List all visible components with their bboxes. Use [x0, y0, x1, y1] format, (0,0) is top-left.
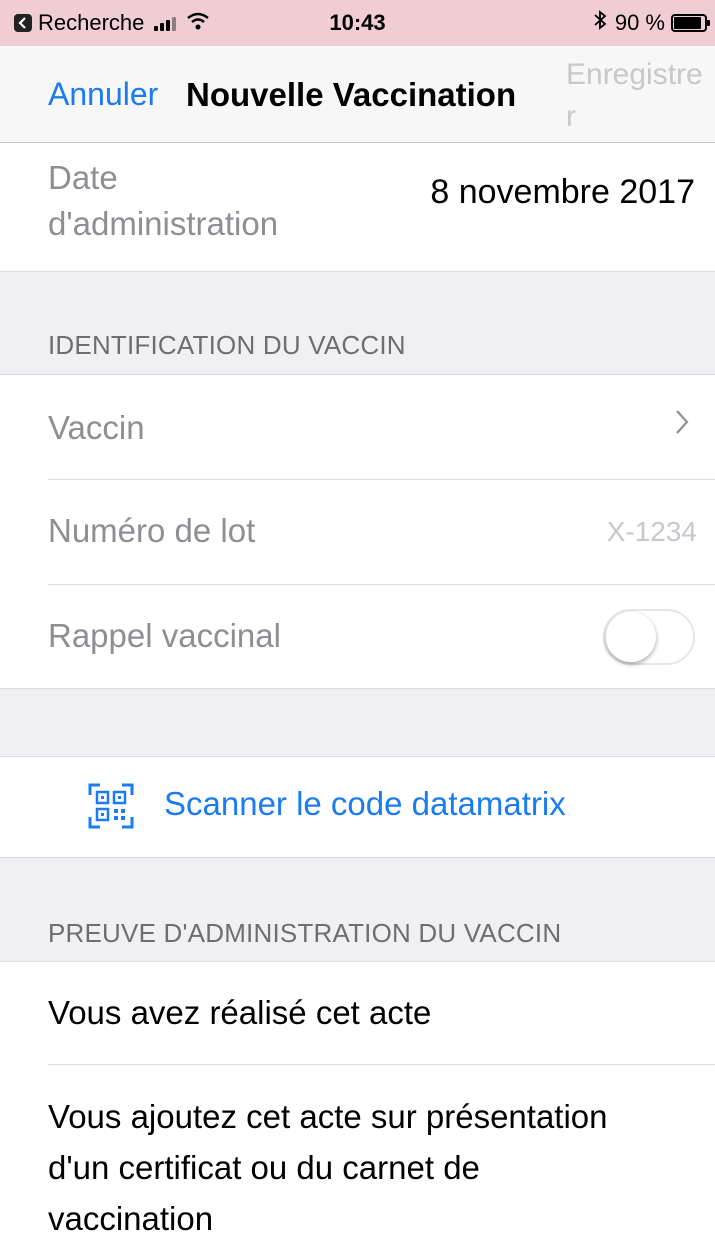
proof-section: Vous avez réalisé cet acte Vous ajoutez … [0, 962, 715, 1258]
battery-percent: 90 % [614, 10, 665, 35]
lot-number-row: Numéro de lot X-1234 [0, 480, 715, 584]
booster-label: Rappel vaccinal [48, 617, 281, 654]
vaccine-label: Vaccin [48, 409, 145, 446]
cancel-button[interactable]: Annuler [48, 76, 158, 113]
battery-icon [671, 14, 710, 32]
page-title: Nouvelle Vaccination [186, 76, 517, 113]
booster-row: Rappel vaccinal [0, 585, 715, 688]
proof-option-certificate-label: Vous ajoutez cet acte sur présentation d… [48, 1098, 608, 1237]
navigation-bar: Annuler Nouvelle Vaccination Enregistrer [0, 46, 715, 143]
proof-option-certificate[interactable]: Vous ajoutez cet acte sur présentation d… [0, 1065, 715, 1258]
booster-toggle[interactable] [603, 609, 695, 665]
lot-number-label: Numéro de lot [48, 512, 256, 549]
bluetooth-icon [593, 10, 607, 36]
toggle-knob [606, 612, 656, 662]
scan-label: Scanner le code datamatrix [164, 785, 566, 822]
save-button[interactable]: Enregistrer [566, 54, 706, 138]
scan-datamatrix-button[interactable]: Scanner le code datamatrix [0, 757, 715, 857]
date-label: Date d'administration [48, 159, 279, 242]
proof-option-performed[interactable]: Vous avez réalisé cet acte [0, 962, 715, 1064]
proof-option-performed-label: Vous avez réalisé cet acte [48, 994, 432, 1031]
vaccine-row[interactable]: Vaccin [0, 375, 715, 479]
qr-scan-icon [88, 783, 134, 834]
lot-number-input[interactable]: X-1234 [607, 516, 697, 548]
section-header-proof: PREUVE D'ADMINISTRATION DU VACCIN [48, 918, 562, 948]
date-row[interactable]: Date d'administration 8 novembre 2017 [0, 143, 715, 271]
status-bar: Recherche 10:43 90 % [0, 0, 715, 46]
date-value[interactable]: 8 novembre 2017 [430, 173, 695, 212]
vaccine-section: Vaccin Numéro de lot X-1234 Rappel vacci… [0, 375, 715, 688]
section-header-vaccine: IDENTIFICATION DU VACCIN [48, 330, 406, 360]
chevron-right-icon [675, 409, 689, 440]
